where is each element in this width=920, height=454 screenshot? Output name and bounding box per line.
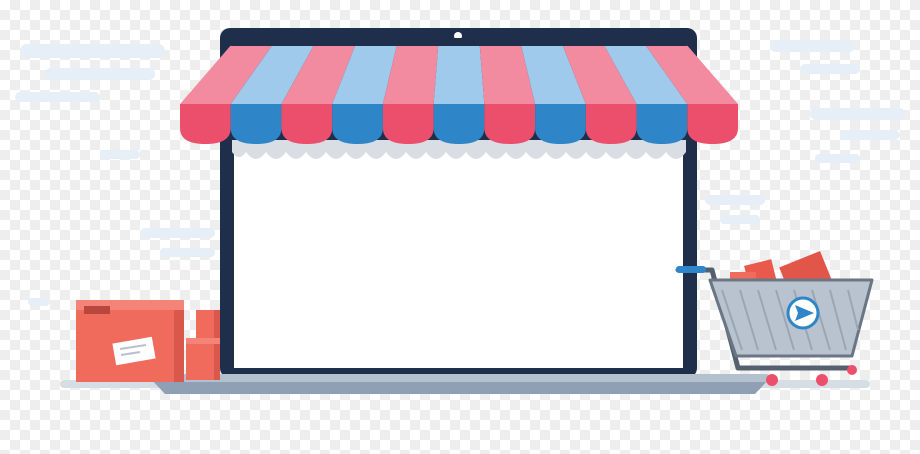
awning-scallop-blue [636,104,688,144]
cart-wheel [847,365,857,375]
box-small-stripe [186,338,220,344]
cloud-shape [45,68,155,80]
box-small-bottom-side [214,338,220,380]
awning-scallop-blue [332,104,383,144]
online-shop-scene [0,0,920,454]
cloud-shape [140,228,215,238]
awning-scallop-pink [382,104,434,144]
awning-rod [228,38,690,46]
cloud-shape [28,298,50,306]
shop-awning-icon [180,38,738,159]
cart-wheel [816,374,828,386]
cart-wheel [766,374,778,386]
awning-scallops [180,104,738,144]
awning-scallop-blue [230,104,282,144]
awning-scallop-pink [281,104,333,144]
online-shop-illustration [15,28,905,394]
cloud-shape [20,44,165,58]
awning-stripes [180,38,738,104]
laptop-screen [234,142,683,368]
cloud-shape [705,195,765,205]
package-box-icon [76,300,220,382]
cloud-shape [815,154,860,163]
laptop-base-lip [150,374,770,382]
cloud-shape [15,92,100,102]
cloud-shape [810,108,905,120]
cloud-shape [720,215,760,224]
awning-scallop-blue [535,104,586,144]
shopping-cart-icon [675,250,874,386]
box-fragile-icon [84,306,110,314]
awning-scallop-pink [180,104,231,144]
cloud-shape [840,130,900,140]
cloud-shape [100,150,140,159]
awning-scallop-pink [484,104,536,144]
cloud-shape [160,248,215,257]
cloud-shape [800,64,860,74]
awning-stripe-blue [433,44,485,104]
cloud-shape [770,40,855,52]
box-small-top-side [214,310,220,338]
awning-scallop-pink [585,104,637,144]
awning-scallop-blue [433,104,485,144]
box-large-side [174,300,184,382]
awning-scallop-pink [687,104,738,144]
cart-handle-grip [676,266,706,273]
